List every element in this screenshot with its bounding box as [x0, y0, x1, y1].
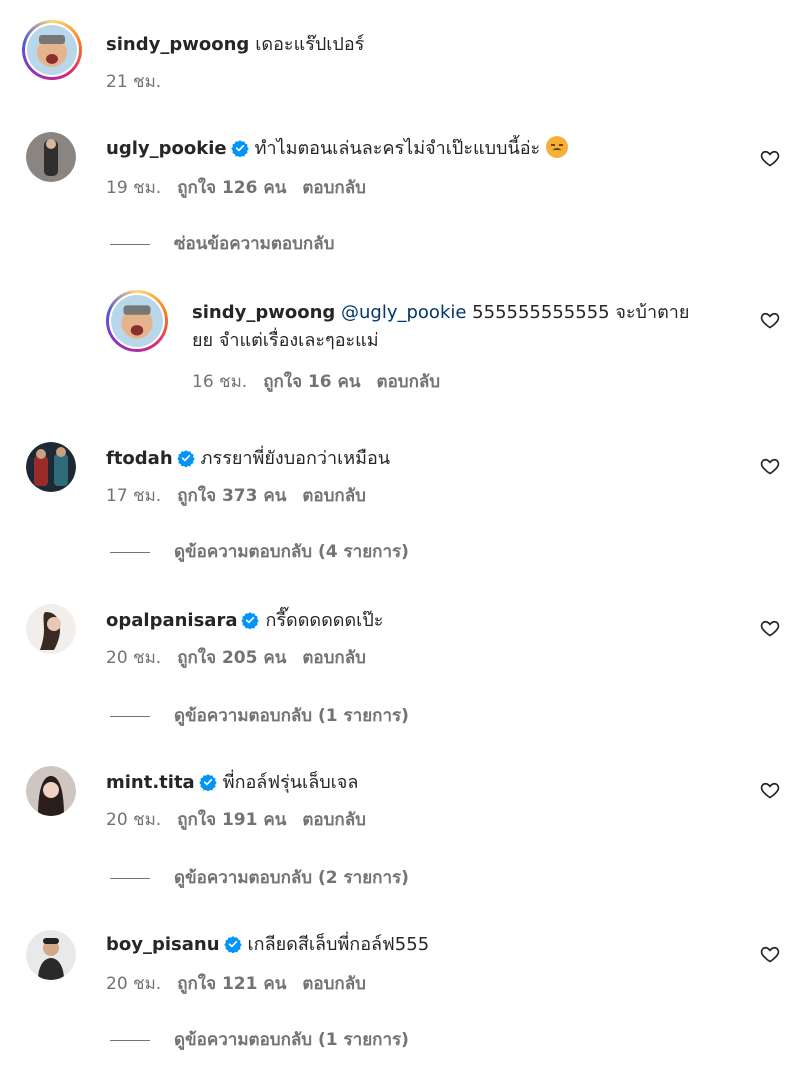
heart-outline-icon[interactable]: [760, 944, 780, 964]
view-replies-button[interactable]: ดูข้อความตอบกลับ (2 รายการ): [110, 866, 409, 890]
username-link[interactable]: ugly_pookie: [106, 138, 227, 159]
username-link[interactable]: boy_pisanu: [106, 934, 220, 955]
toggle-label: ดูข้อความตอบกลับ (2 รายการ): [174, 868, 409, 888]
username-link[interactable]: mint.tita: [106, 772, 195, 793]
comment-item: boy_pisanu เกลียดสีเล็บพี่กอล์ฟ555 20 ชม.…: [0, 928, 800, 1058]
reply-button[interactable]: ตอบกลับ: [302, 648, 366, 668]
pleading-face-emoji: [546, 136, 569, 158]
comment-item: sindy_pwoong เดอะแร๊ปเปอร์ 21 ชม.: [0, 20, 800, 100]
likes-count[interactable]: ถูกใจ 373 คน: [177, 486, 286, 506]
reply-text: 555555555555 จะบ้าตาย: [472, 302, 690, 323]
comment-text-line: ftodah ภรรยาพี่ยังบอกว่าเหมือน: [106, 446, 390, 472]
comment-meta: 16 ชม. ถูกใจ 16 คน ตอบกลับ: [192, 370, 456, 394]
divider-line: [110, 243, 150, 245]
comment-time[interactable]: 16 ชม.: [192, 372, 247, 392]
verified-badge-icon: [176, 449, 195, 467]
view-replies-button[interactable]: ดูข้อความตอบกลับ (1 รายการ): [110, 1028, 409, 1052]
heart-outline-icon[interactable]: [760, 148, 780, 168]
heart-outline-icon[interactable]: [760, 618, 780, 638]
reply-button[interactable]: ตอบกลับ: [377, 372, 441, 392]
divider-line: [110, 1039, 150, 1041]
toggle-label: ดูข้อความตอบกลับ (4 รายการ): [174, 542, 409, 562]
comment-text-line: ugly_pookie ทำไมตอนเล่นละครไม่จำเป๊ะแบบนี…: [106, 136, 569, 162]
avatar[interactable]: [26, 930, 76, 980]
verified-badge-icon: [199, 773, 217, 791]
comment-text: ภรรยาพี่ยังบอกว่าเหมือน: [200, 448, 391, 469]
reply-item: sindy_pwoong @ugly_pookie 555555555555 จ…: [0, 290, 800, 400]
username-link[interactable]: ftodah: [106, 448, 173, 469]
reply-text-line: sindy_pwoong @ugly_pookie 555555555555 จ…: [192, 300, 689, 326]
heart-outline-icon[interactable]: [760, 780, 780, 800]
avatar[interactable]: [106, 290, 168, 352]
toggle-label: ดูข้อความตอบกลับ (1 รายการ): [174, 1030, 409, 1050]
divider-line: [110, 551, 150, 553]
comment-item: ftodah ภรรยาพี่ยังบอกว่าเหมือน 17 ชม. ถูกใ…: [0, 440, 800, 570]
comment-time[interactable]: 21 ชม.: [106, 72, 161, 92]
username-link[interactable]: sindy_pwoong: [106, 34, 249, 55]
view-replies-button[interactable]: ดูข้อความตอบกลับ (4 รายการ): [110, 540, 409, 564]
comment-text: เกลียดสีเล็บพี่กอล์ฟ555: [247, 934, 430, 955]
likes-count[interactable]: ถูกใจ 205 คน: [177, 648, 286, 668]
comment-text: พี่กอล์ฟรุ่นเล็บเจล: [222, 772, 359, 793]
avatar[interactable]: [26, 442, 76, 492]
divider-line: [110, 715, 150, 717]
reply-button[interactable]: ตอบกลับ: [302, 486, 366, 506]
comment-meta: 21 ชม.: [106, 70, 177, 94]
reply-button[interactable]: ตอบกลับ: [302, 974, 366, 994]
comment-text: เดอะแร๊ปเปอร์: [255, 34, 365, 55]
comment-text-line: sindy_pwoong เดอะแร๊ปเปอร์: [106, 32, 364, 58]
comment-item: ugly_pookie ทำไมตอนเล่นละครไม่จำเป๊ะแบบนี…: [0, 132, 800, 272]
comment-meta: 20 ชม. ถูกใจ 191 คน ตอบกลับ: [106, 808, 382, 832]
toggle-label: ดูข้อความตอบกลับ (1 รายการ): [174, 706, 409, 726]
view-replies-button[interactable]: ดูข้อความตอบกลับ (1 รายการ): [110, 704, 409, 728]
username-link[interactable]: sindy_pwoong: [192, 302, 335, 323]
comment-item: opalpanisara กรี๊ดดดดดดเป๊ะ 20 ชม. ถูกใจ 2…: [0, 602, 800, 732]
comment-text-line: opalpanisara กรี๊ดดดดดดเป๊ะ: [106, 608, 383, 634]
likes-count[interactable]: ถูกใจ 126 คน: [177, 178, 286, 198]
comment-time[interactable]: 17 ชม.: [106, 486, 161, 506]
verified-badge-icon: [223, 935, 242, 953]
comment-text: กรี๊ดดดดดดเป๊ะ: [265, 610, 384, 631]
avatar[interactable]: [22, 20, 82, 80]
username-link[interactable]: opalpanisara: [106, 610, 237, 631]
comment-meta: 20 ชม. ถูกใจ 205 คน ตอบกลับ: [106, 646, 382, 670]
comment-time[interactable]: 19 ชม.: [106, 178, 161, 198]
comment-time[interactable]: 20 ชม.: [106, 648, 161, 668]
comment-item: mint.tita พี่กอล์ฟรุ่นเล็บเจล 20 ชม. ถูกใจ…: [0, 764, 800, 894]
avatar[interactable]: [26, 766, 76, 816]
avatar[interactable]: [26, 604, 76, 654]
mention-link[interactable]: @ugly_pookie: [341, 302, 466, 323]
reply-text-line-2: ยย จำแต่เรื่องเละๆอะแม่: [192, 328, 379, 354]
heart-outline-icon[interactable]: [760, 310, 780, 330]
avatar[interactable]: [26, 132, 76, 182]
reply-text: ยย จำแต่เรื่องเละๆอะแม่: [192, 330, 379, 351]
likes-count[interactable]: ถูกใจ 121 คน: [177, 974, 286, 994]
verified-badge-icon: [241, 611, 260, 629]
reply-button[interactable]: ตอบกลับ: [302, 810, 366, 830]
hide-replies-button[interactable]: ซ่อนข้อความตอบกลับ: [110, 232, 334, 256]
comment-meta: 17 ชม. ถูกใจ 373 คน ตอบกลับ: [106, 484, 382, 508]
reply-button[interactable]: ตอบกลับ: [302, 178, 366, 198]
heart-outline-icon[interactable]: [760, 456, 780, 476]
comment-meta: 19 ชม. ถูกใจ 126 คน ตอบกลับ: [106, 176, 382, 200]
divider-line: [110, 877, 150, 879]
toggle-label: ซ่อนข้อความตอบกลับ: [174, 234, 335, 254]
verified-badge-icon: [230, 139, 249, 157]
comment-text: ทำไมตอนเล่นละครไม่จำเป๊ะแบบนี้อ่ะ: [254, 138, 541, 159]
comment-time[interactable]: 20 ชม.: [106, 810, 161, 830]
likes-count[interactable]: ถูกใจ 16 คน: [263, 372, 360, 392]
comment-meta: 20 ชม. ถูกใจ 121 คน ตอบกลับ: [106, 972, 382, 996]
comment-text-line: mint.tita พี่กอล์ฟรุ่นเล็บเจล: [106, 770, 358, 796]
comment-text-line: boy_pisanu เกลียดสีเล็บพี่กอล์ฟ555: [106, 932, 429, 958]
comment-time[interactable]: 20 ชม.: [106, 974, 161, 994]
likes-count[interactable]: ถูกใจ 191 คน: [177, 810, 286, 830]
